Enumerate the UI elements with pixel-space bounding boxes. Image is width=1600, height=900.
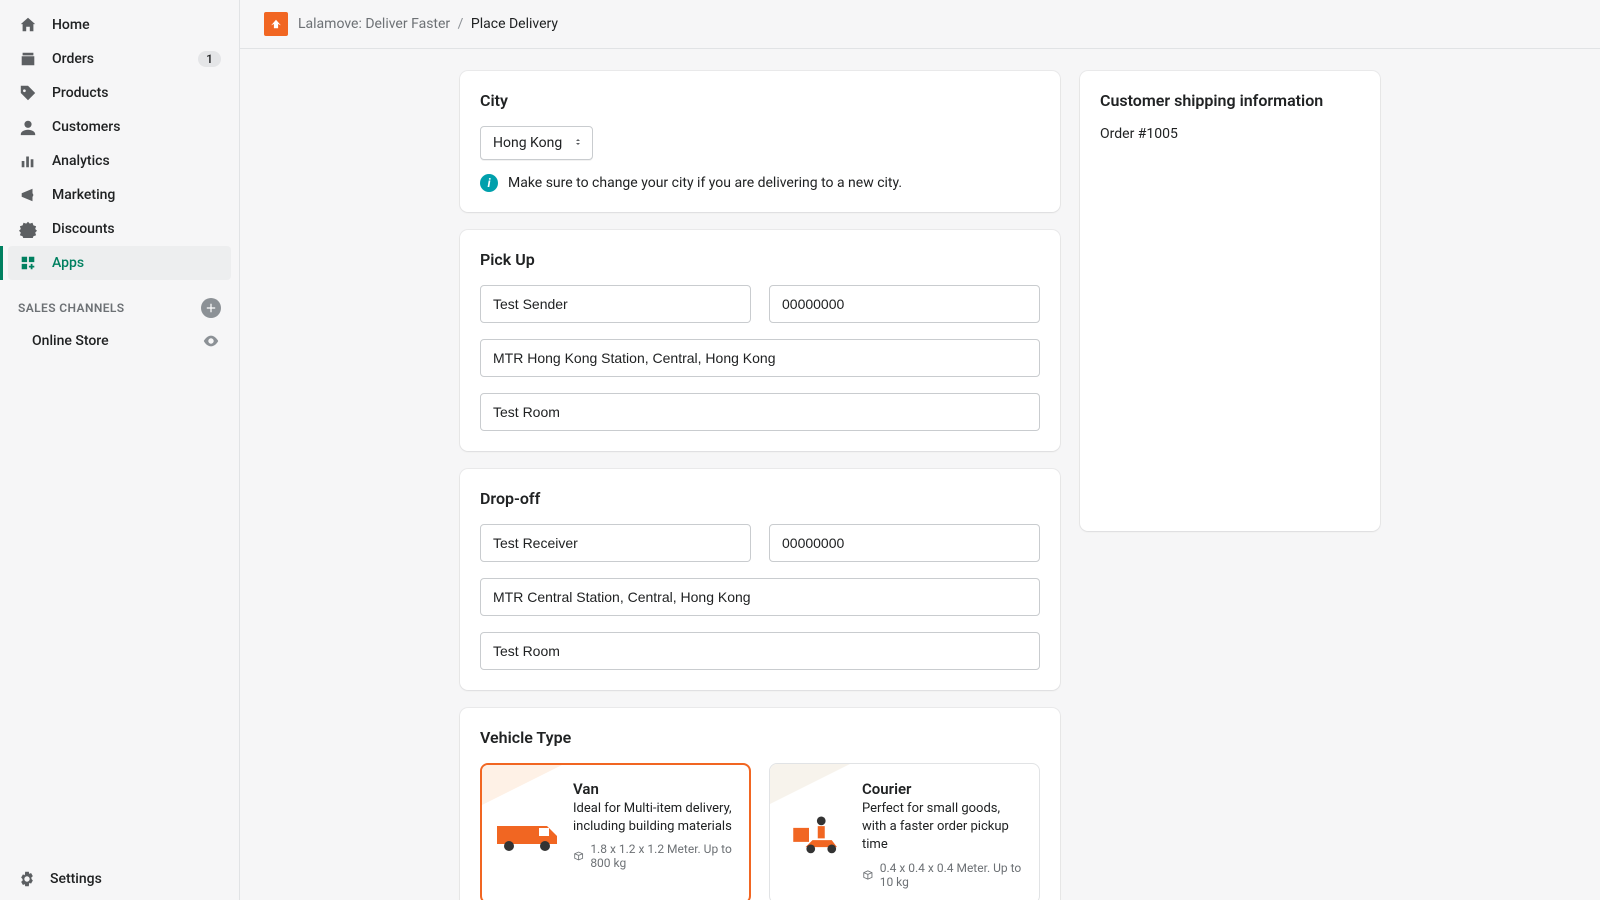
vehicle-card-section: Vehicle Type Van Ideal for Multi-item de…: [460, 708, 1060, 900]
dropoff-card: Drop-off: [460, 469, 1060, 690]
vehicle-option-courier[interactable]: Courier Perfect for small goods, with a …: [769, 763, 1040, 900]
breadcrumb-current: Place Delivery: [471, 16, 558, 32]
app-logo: [264, 12, 288, 36]
dropoff-heading: Drop-off: [480, 489, 1040, 508]
sidebar-item-label: Online Store: [32, 333, 187, 349]
apps-icon: [18, 253, 38, 273]
vehicle-name: Courier: [862, 780, 1025, 798]
sidebar-item-marketing[interactable]: Marketing: [8, 178, 231, 212]
sidebar-item-label: Orders: [52, 51, 184, 67]
sidebar-item-label: Analytics: [52, 153, 221, 169]
dropoff-name-input[interactable]: [480, 524, 751, 562]
gear-icon: [18, 870, 36, 888]
pickup-name-input[interactable]: [480, 285, 751, 323]
city-note: i Make sure to change your city if you a…: [480, 174, 1040, 192]
breadcrumb-bar: Lalamove: Deliver Faster / Place Deliver…: [240, 0, 1600, 49]
sidebar-item-label: Apps: [52, 255, 221, 271]
sidebar-item-settings[interactable]: Settings: [0, 858, 239, 900]
vehicle-dims: 1.8 x 1.2 x 1.2 Meter. Up to 800 kg: [573, 842, 736, 870]
dropoff-detail-input[interactable]: [480, 632, 1040, 670]
sidebar-item-orders[interactable]: Orders 1: [8, 42, 231, 76]
sidebar-item-label: Home: [52, 17, 221, 33]
sidebar-item-products[interactable]: Products: [8, 76, 231, 110]
sales-channels-label: SALES CHANNELS: [18, 301, 125, 315]
box-icon: [862, 868, 874, 882]
sidebar-item-apps[interactable]: Apps: [8, 246, 231, 280]
sales-channels-header: SALES CHANNELS: [0, 280, 239, 324]
pickup-heading: Pick Up: [480, 250, 1040, 269]
add-channel-button[interactable]: [201, 298, 221, 318]
marketing-icon: [18, 185, 38, 205]
sidebar-item-label: Products: [52, 85, 221, 101]
vehicle-desc: Perfect for small goods, with a faster o…: [862, 800, 1025, 855]
dropoff-phone-input[interactable]: [769, 524, 1040, 562]
city-card: City Hong Kong i Make sure to change you…: [460, 71, 1060, 212]
shipping-heading: Customer shipping information: [1100, 91, 1360, 110]
breadcrumb: Lalamove: Deliver Faster / Place Deliver…: [298, 16, 558, 32]
vehicle-heading: Vehicle Type: [480, 728, 1040, 747]
van-icon: [495, 809, 559, 859]
city-select-value: Hong Kong: [493, 135, 562, 151]
content: City Hong Kong i Make sure to change you…: [240, 49, 1600, 900]
sidebar-item-analytics[interactable]: Analytics: [8, 144, 231, 178]
pickup-phone-input[interactable]: [769, 285, 1040, 323]
city-select[interactable]: Hong Kong: [480, 126, 593, 160]
sidebar-item-customers[interactable]: Customers: [8, 110, 231, 144]
sidebar-item-home[interactable]: Home: [8, 8, 231, 42]
vehicle-dims: 0.4 x 0.4 x 0.4 Meter. Up to 10 kg: [862, 861, 1025, 889]
vehicle-name: Van: [573, 780, 736, 798]
pickup-card: Pick Up: [460, 230, 1060, 451]
home-icon: [18, 15, 38, 35]
vehicle-desc: Ideal for Multi-item delivery, including…: [573, 800, 736, 836]
sidebar-item-discounts[interactable]: Discounts: [8, 212, 231, 246]
customers-icon: [18, 117, 38, 137]
shipping-info-card: Customer shipping information Order #100…: [1080, 71, 1380, 531]
analytics-icon: [18, 151, 38, 171]
box-icon: [573, 849, 584, 863]
city-note-text: Make sure to change your city if you are…: [508, 175, 902, 191]
order-number: Order #1005: [1100, 126, 1360, 142]
sidebar-item-online-store[interactable]: Online Store: [0, 324, 239, 358]
orders-icon: [18, 49, 38, 69]
pickup-address-input[interactable]: [480, 339, 1040, 377]
info-icon: i: [480, 174, 498, 192]
breadcrumb-app[interactable]: Lalamove: Deliver Faster: [298, 16, 450, 32]
sidebar: Home Orders 1 Products Customers Analyti…: [0, 0, 240, 900]
sidebar-item-label: Discounts: [52, 221, 221, 237]
sidebar-item-label: Customers: [52, 119, 221, 135]
products-icon: [18, 83, 38, 103]
breadcrumb-separator: /: [458, 16, 464, 32]
city-heading: City: [480, 91, 1040, 110]
view-store-button[interactable]: [201, 331, 221, 351]
orders-badge: 1: [198, 51, 221, 67]
discounts-icon: [18, 219, 38, 239]
sidebar-item-label: Marketing: [52, 187, 221, 203]
settings-label: Settings: [50, 871, 102, 887]
dropoff-address-input[interactable]: [480, 578, 1040, 616]
nav-list: Home Orders 1 Products Customers Analyti…: [0, 8, 239, 280]
courier-icon: [784, 809, 848, 859]
pickup-detail-input[interactable]: [480, 393, 1040, 431]
vehicle-option-van[interactable]: Van Ideal for Multi-item delivery, inclu…: [480, 763, 751, 900]
main: Lalamove: Deliver Faster / Place Deliver…: [240, 0, 1600, 900]
